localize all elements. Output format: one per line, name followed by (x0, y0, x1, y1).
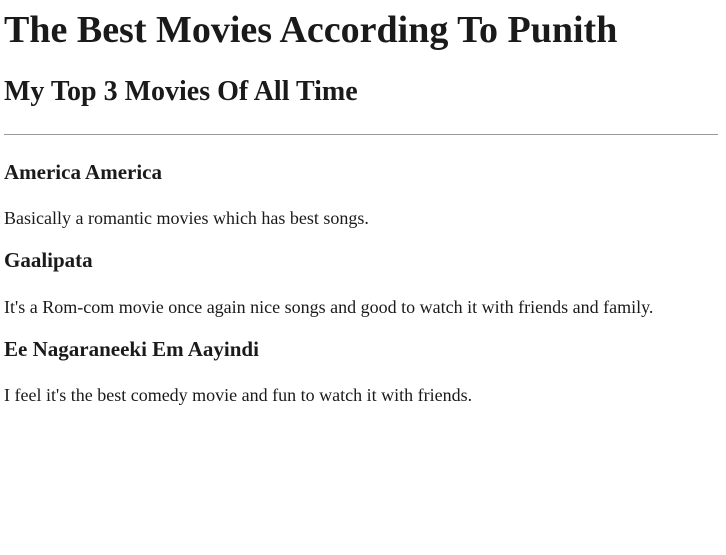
movie-title: Ee Nagaraneeki Em Aayindi (4, 336, 259, 361)
movie-title: America America (4, 159, 163, 184)
page-subtitle: My Top 3 Movies Of All Time (4, 75, 358, 107)
divider (4, 133, 718, 135)
movie-item: Gaalipata It's a Rom-com movie once agai… (4, 247, 718, 317)
movie-description: Basically a romantic movies which has be… (4, 208, 369, 229)
movie-item: Ee Nagaraneeki Em Aayindi I feel it's th… (4, 336, 718, 406)
movie-list: America America Basically a romantic mov… (4, 159, 718, 406)
page-content: The Best Movies According To Punith My T… (0, 8, 726, 406)
movie-item: America America Basically a romantic mov… (4, 159, 718, 229)
movie-description: It's a Rom-com movie once again nice son… (4, 296, 654, 317)
page-title: The Best Movies According To Punith (4, 9, 618, 51)
movie-title: Gaalipata (4, 248, 93, 273)
movie-description: I feel it's the best comedy movie and fu… (4, 384, 473, 405)
